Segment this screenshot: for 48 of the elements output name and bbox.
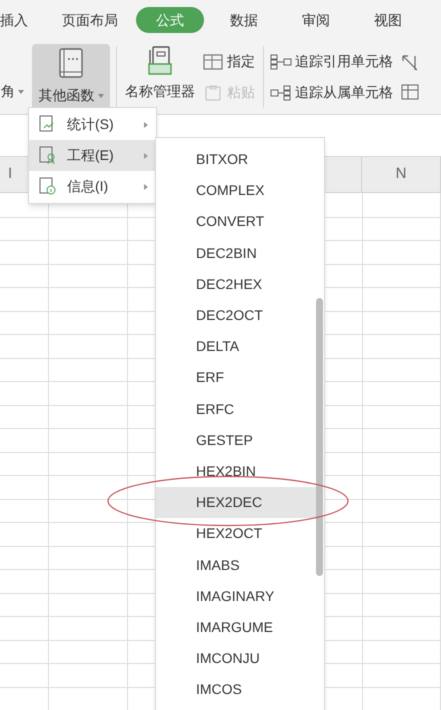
ribbon-button[interactable]: 追踪引用单元格 [270, 51, 393, 72]
chevron-icon [144, 184, 148, 190]
function-item[interactable]: IMCOS [156, 674, 316, 706]
other-functions-button[interactable]: 其他函数 [32, 44, 110, 110]
column-header[interactable]: N [396, 163, 406, 186]
ribbon-tab[interactable]: 插入 [0, 7, 30, 33]
menu-item[interactable]: 信息(I) [29, 171, 156, 202]
function-item[interactable]: HEX2OCT [156, 518, 316, 550]
trace-arrows-icon [270, 84, 292, 100]
function-item[interactable]: DELTA [156, 331, 316, 362]
function-item[interactable]: HEX2DEC [156, 487, 316, 518]
function-item[interactable]: BITXOR [156, 144, 316, 176]
chevron-icon [144, 122, 148, 128]
ribbon-tab[interactable]: 视图 [372, 7, 404, 33]
arrows-icon[interactable] [401, 54, 419, 72]
ribbon-button[interactable]: 追踪从属单元格 [270, 82, 393, 103]
clipboard-icon [203, 84, 223, 100]
book-icon [59, 48, 83, 78]
dropdown-button[interactable]: 角 [1, 81, 24, 102]
function-item[interactable]: ERF [156, 362, 316, 394]
ribbon-tab[interactable]: 数据 [228, 7, 260, 33]
caret-icon [98, 94, 104, 98]
function-item[interactable]: IMARGUME [156, 612, 316, 643]
ribbon-tab[interactable]: 页面布局 [60, 7, 120, 33]
caret-icon [18, 90, 24, 94]
formula-table-icon[interactable] [401, 84, 419, 100]
column-header[interactable]: I [8, 163, 12, 186]
tray-icon [147, 46, 173, 76]
function-item[interactable]: DEC2HEX [156, 268, 316, 300]
function-item[interactable]: IMCONJU [156, 643, 316, 674]
ribbon-page-icon [39, 146, 57, 165]
ribbon-button[interactable]: 指定 [203, 51, 255, 72]
function-item[interactable]: GESTEP [156, 424, 316, 456]
chevron-icon [144, 152, 148, 158]
function-item[interactable]: ERFC [156, 394, 316, 425]
scrollbar-thumb[interactable] [316, 298, 323, 576]
function-item[interactable]: IMABS [156, 549, 316, 581]
info-page-icon [39, 177, 57, 196]
function-item[interactable]: CONVERT [156, 206, 316, 238]
function-item[interactable]: IMAGINARY [156, 580, 316, 612]
function-item[interactable]: DEC2OCT [156, 300, 316, 332]
function-item[interactable]: HEX2BIN [156, 456, 316, 488]
trace-arrows-icon [270, 54, 292, 70]
table-icon [203, 54, 223, 70]
function-item[interactable]: COMPLEX [156, 175, 316, 206]
menu-item[interactable]: 工程(E) [29, 140, 156, 171]
ribbon-tab[interactable]: 审阅 [300, 7, 332, 33]
function-item[interactable]: DEC2BIN [156, 238, 316, 269]
